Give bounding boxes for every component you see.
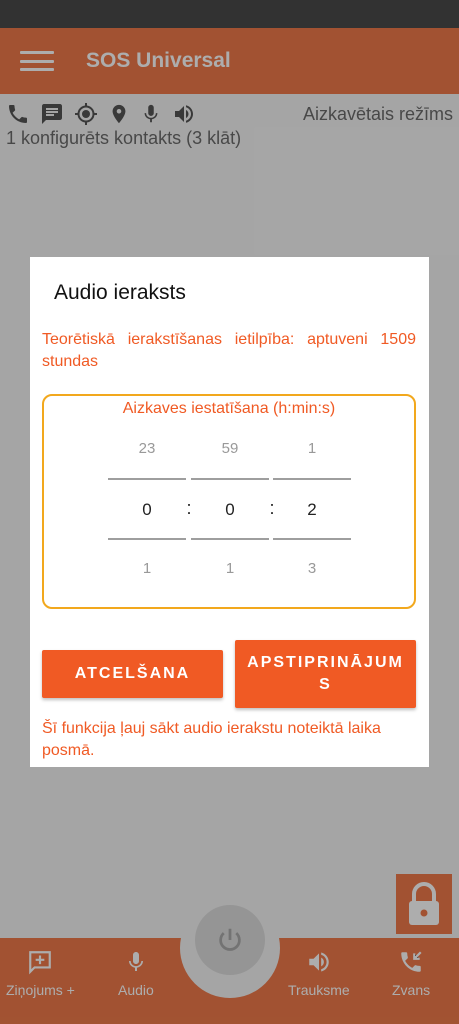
audio-recording-dialog: Audio ieraksts Teorētiskā ierakstīšanas …	[30, 257, 429, 767]
hours-picker[interactable]: 23 0 1	[108, 426, 186, 586]
hours-value[interactable]: 0	[108, 500, 186, 520]
confirm-button-label: APSTIPRINĀJUMS	[247, 654, 404, 693]
capacity-text: Teorētiskā ierakstīšanas ietilpība: aptu…	[42, 331, 416, 370]
minutes-value[interactable]: 0	[191, 500, 269, 520]
divider	[108, 478, 186, 480]
hours-next[interactable]: 1	[108, 560, 186, 577]
divider	[191, 538, 269, 540]
info-text: Šī funkcija ļauj sākt audio ierakstu not…	[42, 720, 381, 759]
dialog-title: Audio ieraksts	[54, 281, 186, 304]
divider	[273, 478, 351, 480]
divider	[108, 538, 186, 540]
delay-picker: Aizkaves iestatīšana (h:min:s) 23 0 1 : …	[42, 394, 416, 609]
hours-prev[interactable]: 23	[108, 440, 186, 457]
seconds-value[interactable]: 2	[273, 500, 351, 520]
cancel-button[interactable]: ATCELŠANA	[42, 650, 223, 698]
picker-title: Aizkaves iestatīšana (h:min:s)	[122, 400, 336, 417]
minutes-picker[interactable]: 59 0 1	[191, 426, 269, 586]
seconds-next[interactable]: 3	[273, 560, 351, 577]
seconds-prev[interactable]: 1	[273, 440, 351, 457]
divider	[191, 478, 269, 480]
seconds-picker[interactable]: 1 2 3	[273, 426, 351, 586]
minutes-next[interactable]: 1	[191, 560, 269, 577]
divider	[273, 538, 351, 540]
confirm-button[interactable]: APSTIPRINĀJUMS	[235, 640, 416, 708]
minutes-prev[interactable]: 59	[191, 440, 269, 457]
